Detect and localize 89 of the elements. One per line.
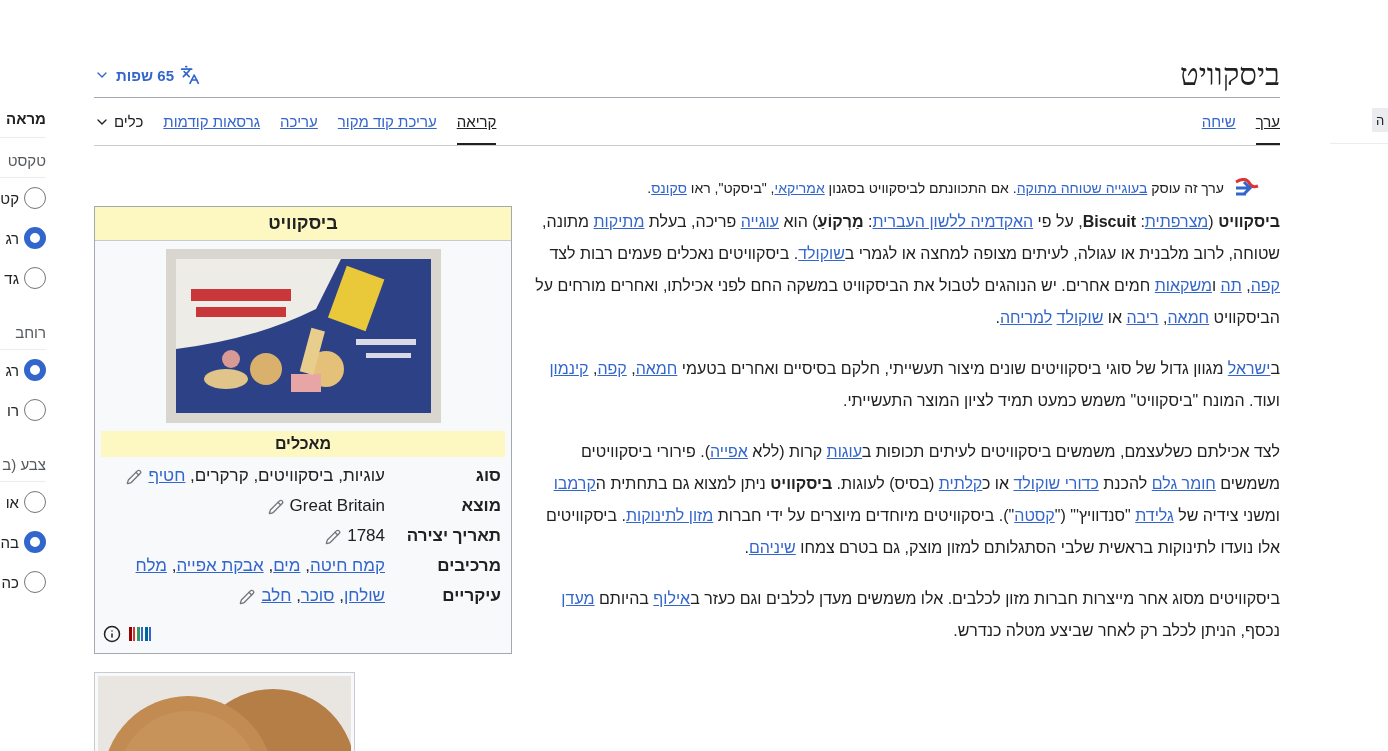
section-label: טקסט — [0, 138, 46, 178]
tab[interactable]: שיחה — [1201, 98, 1236, 145]
link[interactable]: למריחה — [999, 309, 1053, 326]
link[interactable]: מתיקות — [593, 213, 645, 230]
section-label: צבע (ב — [0, 442, 46, 482]
link[interactable]: שיניהם — [748, 539, 796, 556]
tab[interactable]: ערך — [1255, 98, 1280, 145]
pencil-icon[interactable] — [325, 528, 342, 545]
link[interactable]: מעדן — [561, 590, 595, 607]
link[interactable]: שוקולד — [798, 245, 845, 262]
link[interactable]: ישראל — [1227, 360, 1271, 377]
link[interactable]: האקדמיה ללשון העברית — [872, 213, 1034, 230]
infobox-label: מוצא — [460, 495, 502, 517]
disambiguation-icon — [1234, 178, 1260, 198]
radio-button[interactable] — [24, 531, 46, 553]
link[interactable]: תה — [1220, 277, 1242, 294]
radio-button[interactable] — [24, 491, 46, 513]
option-label: כה — [1, 573, 19, 591]
languages-button[interactable]: 65 שפות — [94, 65, 200, 85]
pencil-icon[interactable] — [126, 468, 143, 485]
infobox-value: קמח חיטה, מים, אבקת אפייה, מלח שולחן, סוכר, חלב — [134, 555, 386, 607]
radio-button[interactable] — [24, 187, 46, 209]
pencil-icon[interactable] — [239, 588, 256, 605]
paragraph: לצד אכילתם כשלעצמם, משמשים ביסקוויטים לעיתים תכופות בעוגות קרות (ללא אפייה). פירורי ביסקוויטים משמשים חומר גלם להכנת כדורי שוקולד או כקלתית (בסיס) לעוגות. ביסקוויט ניתן למצוא גם בתחתית הקרמבו ומשני צידיה של גלידת "סנדוויץ'" ("קסטה"). ביסקוויטים מיוחדים מיוצרים על ידי חברות מזון לתינוקות. ביסקוויטים אלו נועדו לתינוקות בראשית שלבי הסתגלותם למזון מוצק, גם בטרם צמחו שיניהם. — [545, 442, 1280, 558]
link[interactable]: חטיף — [148, 466, 186, 485]
link[interactable]: קפה — [597, 360, 627, 377]
link[interactable]: סוכר — [300, 586, 335, 605]
link[interactable]: גלידת — [1135, 507, 1174, 524]
radio-button[interactable] — [24, 359, 46, 381]
link[interactable]: קלתית — [938, 475, 983, 492]
link[interactable]: אמריקאי — [774, 180, 825, 196]
tools-menu-button[interactable]: כלים — [94, 98, 144, 145]
paragraph: ביסקוויטים מסוג אחר מייצרות חברות מזון לכלבים. אלו משמשים מעדן לכלבים וגם כעזר באילוף בהיותם מעדן נכסף, הניתן לכלב רק לאחר שביצע מטלה כנדרש. — [560, 589, 1280, 641]
option-label: או — [5, 493, 19, 511]
link[interactable]: חלב — [261, 586, 292, 605]
radio-button[interactable] — [24, 399, 46, 421]
page-title: ביסקוויט — [1180, 57, 1280, 93]
link[interactable]: עוגות — [826, 443, 863, 460]
option-label: רג — [5, 361, 19, 379]
barcode-icon[interactable] — [129, 627, 151, 641]
link[interactable]: מלח — [135, 556, 167, 575]
menu-heading: מראה — [0, 110, 46, 138]
option-label: רג — [5, 229, 19, 247]
infobox-value: 1784 — [103, 521, 393, 551]
infobox-subheader: מאכלים — [101, 431, 505, 457]
link[interactable]: קינמון — [549, 360, 589, 377]
radio-button[interactable] — [24, 267, 46, 289]
infobox-label: תאריך יצירה — [405, 525, 502, 547]
link[interactable]: שוקולד — [1056, 309, 1104, 326]
link[interactable]: אילוף — [653, 590, 691, 607]
link[interactable]: מים — [273, 556, 301, 575]
tab[interactable]: גרסאות קודמות — [163, 98, 261, 145]
link[interactable]: סקונס — [651, 180, 687, 196]
link[interactable]: בעוגייה שטוחה מתוקה — [1016, 180, 1148, 196]
infobox-value: Great Britain — [103, 491, 393, 521]
translate-icon — [180, 65, 200, 85]
option-label: בה — [0, 533, 19, 551]
link[interactable]: קסטה — [1014, 507, 1055, 524]
link[interactable]: חמאה — [1167, 309, 1210, 326]
link[interactable]: קרמבו — [553, 475, 596, 492]
link[interactable]: עוגייה — [740, 213, 779, 230]
infobox-label: סוג — [474, 465, 502, 487]
link[interactable]: ריבה — [1126, 309, 1159, 326]
info-icon[interactable] — [103, 625, 121, 643]
link[interactable]: שולחן — [343, 586, 385, 605]
option-label: קט — [0, 189, 19, 207]
infobox-label: מרכיבים עיקריים — [436, 555, 502, 607]
section-label: רוחב — [0, 310, 46, 350]
infobox-value: עוגיות, ביסקוויטים, קרקרים, חטיף — [103, 461, 393, 491]
radio-button[interactable] — [24, 571, 46, 593]
tab[interactable]: עריכת קוד מקור — [337, 98, 437, 145]
link[interactable]: חמאה — [635, 360, 678, 377]
link[interactable]: אפייה — [709, 443, 748, 460]
option-label: גד — [4, 269, 19, 287]
link[interactable]: כדורי שוקולד — [1013, 475, 1099, 492]
link[interactable]: קמח חיטה — [309, 556, 385, 575]
tab[interactable]: קריאה — [456, 98, 497, 145]
paragraph: בישראל מגוון גדול של סוגי ביסקוויטים שונים מיצור תעשייתי, חלקם בסיסיים ואחרים בטעמי חמאה, קפה, קינמון ועוד. המונח "ביסקוויט" משמש כמעט תמיד לציון המוצר התעשייתי. — [548, 359, 1280, 411]
link[interactable]: קפה — [1250, 277, 1280, 294]
link[interactable]: חומר גלם — [1151, 475, 1216, 492]
link[interactable]: אבקת אפייה — [176, 556, 264, 575]
side-tab[interactable]: ה — [1372, 108, 1388, 132]
hatnote: ערך זה עוסק בעוגייה שטוחה מתוקה. אם התכוונתם לביסקוויט בסגנון אמריקאי, "ביסקט", ראו סקונס. — [647, 180, 1224, 196]
tab[interactable]: עריכה — [280, 98, 318, 145]
pencil-icon[interactable] — [267, 498, 284, 515]
link[interactable]: משקאות — [1154, 277, 1212, 294]
radio-button[interactable] — [24, 227, 46, 249]
option-label: רו — [7, 401, 19, 419]
infobox-title: ביסקוויט — [95, 207, 511, 241]
